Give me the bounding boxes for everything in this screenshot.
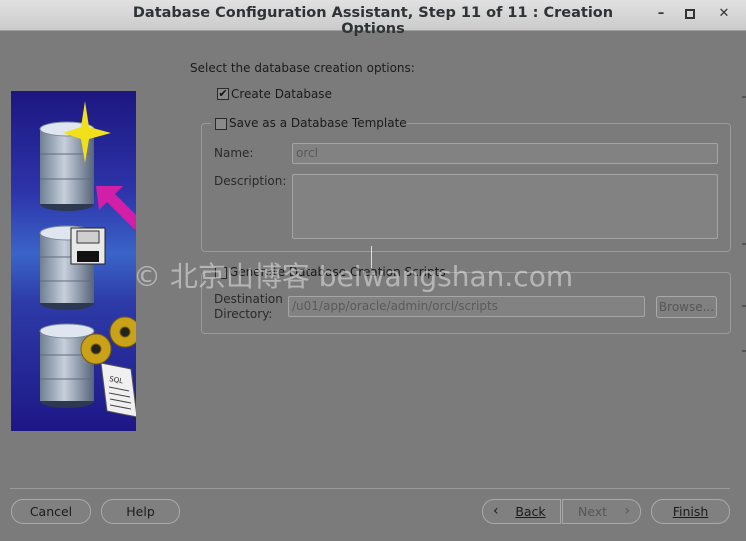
template-description-input[interactable] (292, 174, 718, 239)
create-database-label: Create Database (231, 87, 332, 101)
gear-icon (80, 316, 136, 365)
arrow-icon (96, 186, 136, 230)
cancel-button[interactable]: Cancel (11, 499, 91, 524)
template-name-input[interactable]: orcl (292, 143, 718, 164)
window-edge-mark (742, 305, 746, 307)
watermark-text: © 北京山博客 beiwangshan.com (133, 260, 574, 293)
browse-button[interactable]: Browse... (656, 296, 717, 318)
save-template-checkbox[interactable] (215, 118, 227, 130)
minimize-icon[interactable]: – (651, 5, 671, 23)
chevron-left-icon: ‹ (493, 503, 499, 519)
close-icon[interactable]: ✕ (714, 5, 734, 23)
destination-directory-label: Destination Directory: (214, 292, 283, 322)
instruction-text: Select the database creation options: (190, 61, 415, 75)
maximize-icon[interactable] (680, 5, 700, 23)
floppy-disk-icon (70, 227, 106, 265)
next-label: Next (577, 504, 608, 519)
help-button[interactable]: Help (101, 499, 180, 524)
destination-directory-input[interactable]: /u01/app/oracle/admin/orcl/scripts (288, 296, 645, 317)
destination-label-line2: Directory: (214, 307, 273, 321)
back-label: Back (515, 504, 546, 519)
next-button[interactable]: Next › (562, 499, 641, 524)
description-label: Description: (214, 174, 287, 188)
window-edge-mark (742, 96, 746, 98)
create-database-checkbox[interactable]: ✔ (217, 88, 229, 100)
name-label: Name: (214, 146, 254, 160)
window-title: Database Configuration Assistant, Step 1… (132, 5, 614, 37)
finish-button[interactable]: Finish (651, 499, 730, 524)
title-bar: Database Configuration Assistant, Step 1… (0, 0, 746, 37)
chevron-right-icon: › (624, 503, 630, 519)
save-template-label: Save as a Database Template (229, 116, 407, 130)
window-edge-mark (742, 243, 746, 245)
footer-separator (10, 488, 730, 489)
sql-script-icon: SQL (100, 362, 136, 418)
finish-label: Finish (672, 504, 709, 519)
back-button[interactable]: ‹ Back (482, 499, 561, 524)
wizard-illustration: SQL (11, 91, 136, 431)
window-edge-mark (742, 350, 746, 352)
